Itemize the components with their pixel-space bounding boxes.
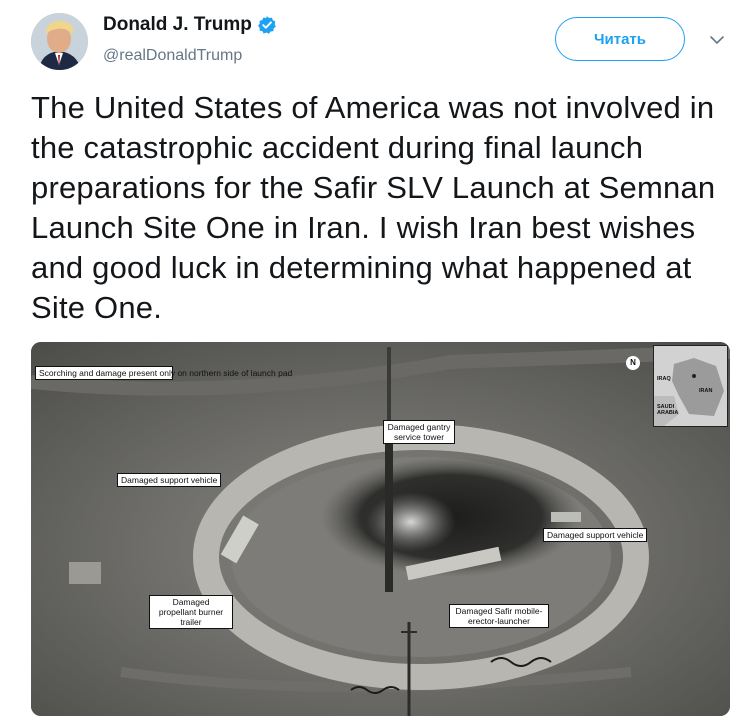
author-handle[interactable]: @realDonaldTrump [103,47,242,65]
tweet-photo[interactable]: Scorching and damage present only on nor… [31,342,730,716]
verified-badge-icon [257,16,276,34]
profile-photo [31,13,88,70]
label-launcher: Damaged Safir mobile-erector-launcher [449,604,549,628]
chevron-down-icon[interactable] [708,33,726,47]
label-support-right: Damaged support vehicle [543,528,648,542]
author-name[interactable]: Donald J. Trump [103,14,252,36]
inset-map: IRAQ SAUDI ARABIA IRAN [653,345,728,427]
inset-label-saudi: SAUDI ARABIA [657,404,679,416]
north-arrow-icon: N [626,356,640,370]
inset-label-iraq: IRAQ [657,376,671,382]
author-name-row[interactable]: Donald J. Trump [103,14,277,36]
label-trailer: Damaged propellant burner trailer [149,595,233,629]
avatar[interactable] [31,13,88,70]
label-scorching: Scorching and damage present only on nor… [35,366,292,380]
label-gantry: Damaged gantry service tower [383,420,455,444]
inset-label-iran: IRAN [699,388,713,394]
label-support-left: Damaged support vehicle [117,473,222,487]
tweet-text: The United States of America was not inv… [31,90,716,325]
follow-button[interactable]: Читать [555,17,685,61]
